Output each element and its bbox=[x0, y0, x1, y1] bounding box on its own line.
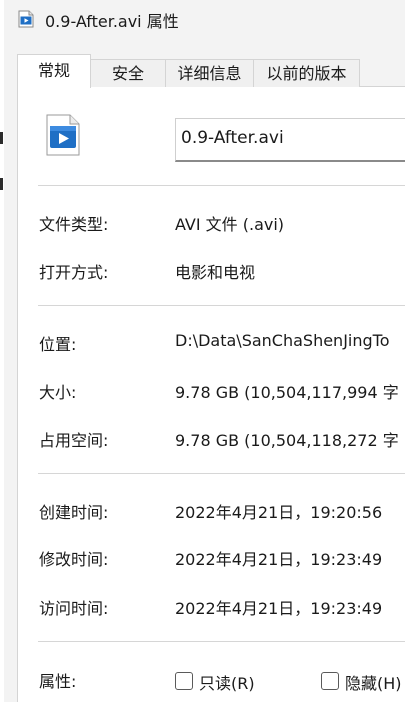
edge-mark bbox=[0, 178, 3, 190]
edge-mark bbox=[0, 132, 3, 144]
size-on-disk-label: 占用空间: bbox=[39, 431, 109, 450]
background-window-edge bbox=[0, 0, 4, 702]
video-file-icon bbox=[18, 10, 34, 28]
size-label: 大小: bbox=[39, 383, 77, 402]
divider bbox=[38, 185, 405, 186]
attributes-label: 属性: bbox=[39, 672, 77, 691]
title-bar[interactable]: 0.9-After.avi 属性 bbox=[4, 0, 405, 38]
created-value: 2022年4月21日，19:20:56 bbox=[175, 503, 383, 522]
tab-strip: 常规 安全 详细信息 以前的版本 bbox=[4, 54, 405, 88]
modified-value: 2022年4月21日，19:23:49 bbox=[175, 550, 383, 569]
opens-with-label: 打开方式: bbox=[39, 263, 109, 282]
divider bbox=[38, 305, 405, 306]
modified-label: 修改时间: bbox=[39, 550, 109, 569]
tab-details[interactable]: 详细信息 bbox=[165, 59, 254, 87]
file-name-field[interactable]: 0.9-After.avi bbox=[175, 118, 405, 162]
size-on-disk-value: 9.78 GB (10,504,118,272 字 bbox=[175, 431, 399, 450]
tab-general[interactable]: 常规 bbox=[17, 54, 91, 88]
divider bbox=[38, 473, 405, 474]
readonly-checkbox[interactable] bbox=[175, 672, 193, 690]
size-value: 9.78 GB (10,504,117,994 字 bbox=[175, 383, 399, 402]
location-value[interactable]: D:\Data\SanChaShenJingTo bbox=[175, 331, 390, 350]
accessed-value: 2022年4月21日，19:23:49 bbox=[175, 599, 383, 618]
window-title: 0.9-After.avi 属性 bbox=[45, 12, 179, 31]
accessed-label: 访问时间: bbox=[39, 599, 109, 618]
file-type-label: 文件类型: bbox=[39, 215, 109, 234]
opens-with-value: 电影和电视 bbox=[175, 263, 256, 282]
hidden-checkbox-label[interactable]: 隐藏(H) bbox=[345, 670, 402, 694]
divider bbox=[38, 641, 405, 642]
properties-window: 0.9-After.avi 属性 常规 安全 详细信息 以前的版本 0.9-Af… bbox=[0, 0, 405, 702]
hidden-checkbox[interactable] bbox=[321, 672, 339, 690]
created-label: 创建时间: bbox=[39, 503, 109, 522]
tab-previous-versions[interactable]: 以前的版本 bbox=[253, 59, 360, 87]
video-file-icon bbox=[46, 114, 80, 156]
readonly-checkbox-label[interactable]: 只读(R) bbox=[199, 670, 255, 694]
file-type-value: AVI 文件 (.avi) bbox=[175, 215, 285, 234]
location-label: 位置: bbox=[39, 335, 77, 354]
tab-security[interactable]: 安全 bbox=[90, 59, 166, 87]
